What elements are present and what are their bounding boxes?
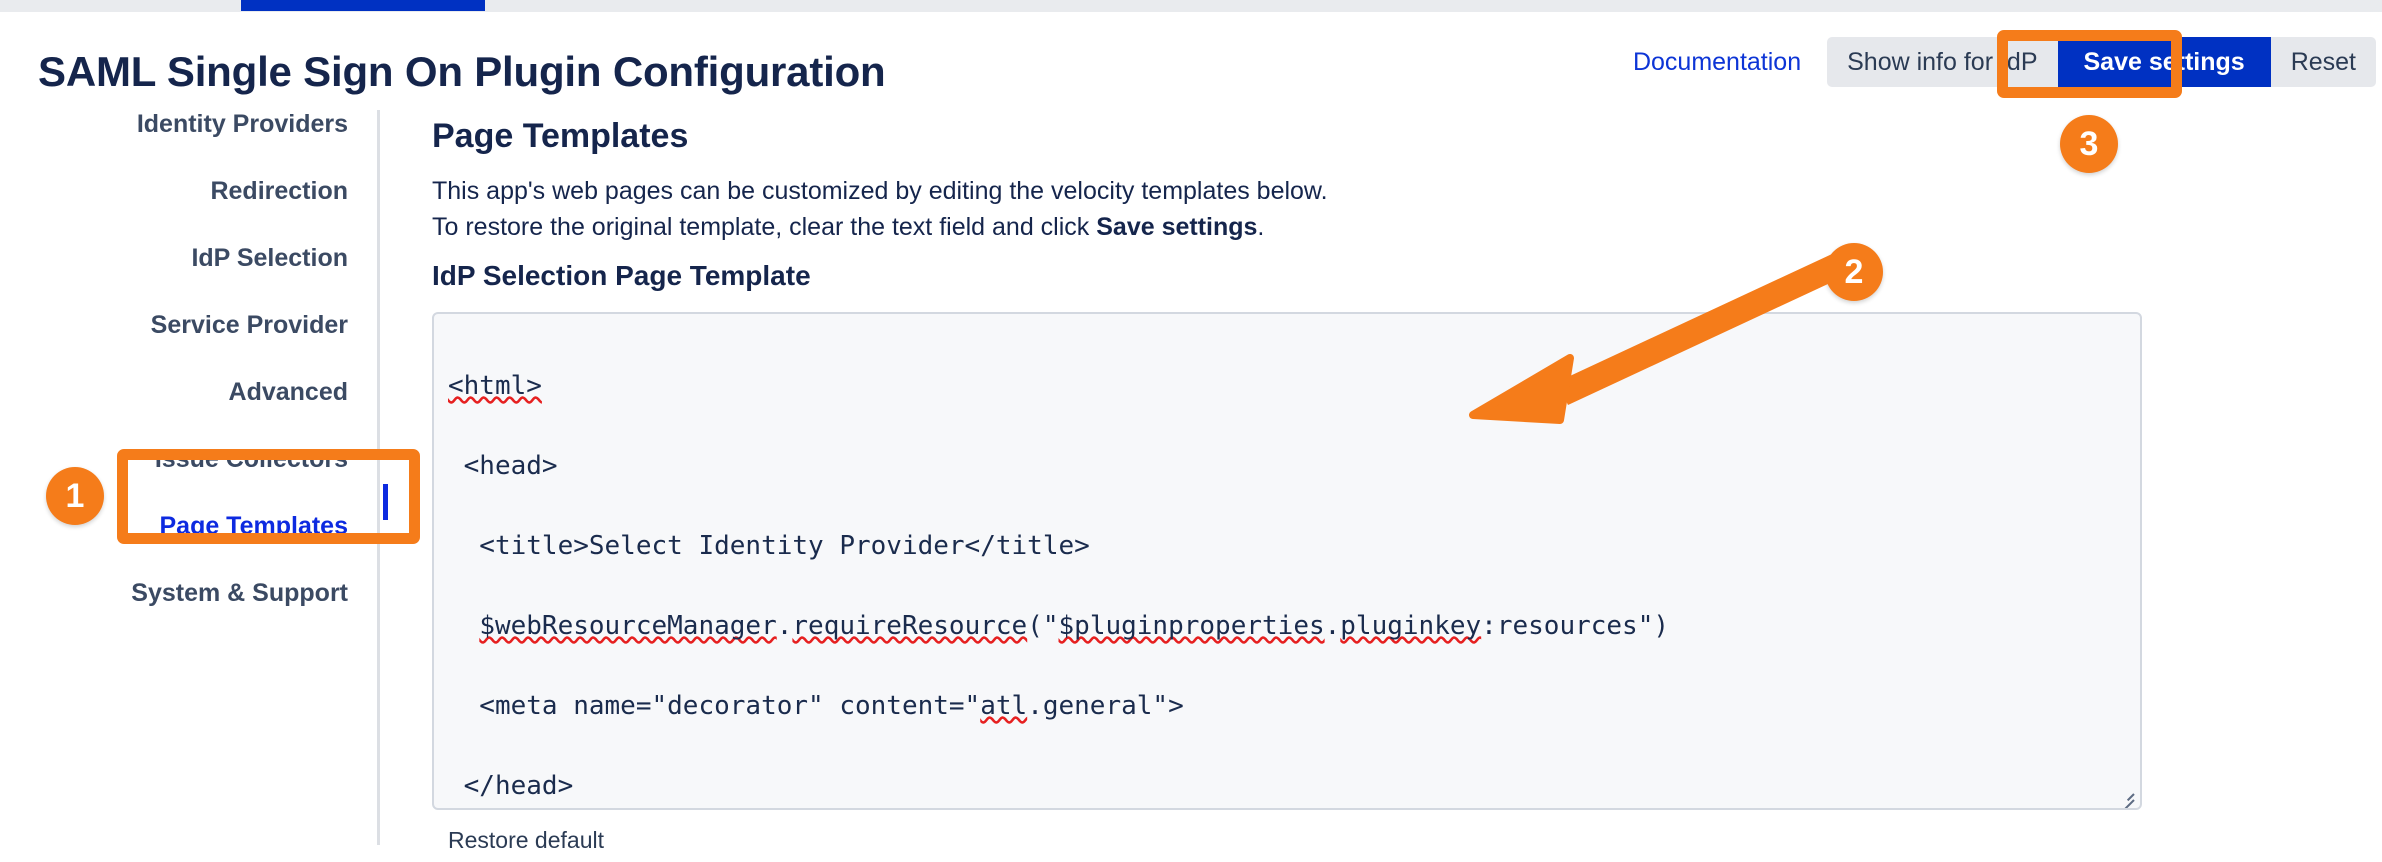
description-bold-save-settings: Save settings — [1096, 213, 1258, 241]
sidebar-selection-caret — [383, 484, 388, 520]
template-code-content: <html> <head> <title>Select Identity Pro… — [434, 314, 2140, 808]
section-description: This app's web pages can be customized b… — [432, 173, 1328, 245]
sidebar-item-advanced[interactable]: Advanced — [229, 378, 348, 407]
sidebar-item-system-and-support[interactable]: System & Support — [131, 579, 348, 608]
idp-selection-page-template-textarea[interactable]: <html> <head> <title>Select Identity Pro… — [432, 312, 2142, 810]
sidebar-divider — [377, 110, 380, 845]
top-tab-strip — [0, 0, 2382, 12]
annotation-badge-1: 1 — [46, 467, 104, 525]
page-title: SAML Single Sign On Plugin Configuration — [38, 48, 886, 95]
app-screenshot: SAML Single Sign On Plugin Configuration… — [0, 0, 2382, 862]
idp-selection-page-template-label: IdP Selection Page Template — [432, 260, 811, 291]
save-settings-button[interactable]: Save settings — [2057, 37, 2271, 87]
reset-button[interactable]: Reset — [2271, 37, 2376, 87]
sidebar-item-idp-selection[interactable]: IdP Selection — [191, 244, 348, 273]
code-line: </head> — [448, 771, 574, 801]
code-line: $webResourceManager.requireResource("$pl… — [479, 611, 1670, 641]
sidebar-item-identity-providers[interactable]: Identity Providers — [137, 110, 348, 139]
code-line: <meta name="decorator" content="atl.gene… — [448, 691, 1184, 721]
code-line: <head> — [448, 451, 558, 481]
annotation-badge-3: 3 — [2060, 115, 2118, 173]
sidebar-item-issue-collectors[interactable]: Issue Collectors — [155, 445, 348, 474]
description-suffix: . — [1257, 213, 1265, 241]
section-heading: Page Templates — [432, 117, 689, 155]
sidebar-item-page-templates[interactable]: Page Templates — [159, 512, 348, 541]
documentation-link[interactable]: Documentation — [1633, 48, 1801, 77]
code-line: <html> — [448, 371, 542, 401]
show-info-for-idp-button[interactable]: Show info for IdP — [1827, 37, 2057, 87]
restore-default-link[interactable]: Restore default — [448, 827, 604, 854]
sidebar-item-redirection[interactable]: Redirection — [210, 177, 348, 206]
description-line-1: This app's web pages can be customized b… — [432, 177, 1328, 205]
header-actions: Documentation Show info for IdP Save set… — [1633, 37, 2382, 87]
header-button-group: Show info for IdP Save settings Reset — [1827, 37, 2376, 87]
description-prefix: To restore the original template, clear … — [432, 213, 1097, 241]
sidebar-item-service-provider[interactable]: Service Provider — [151, 311, 348, 340]
textarea-resize-handle[interactable] — [2114, 783, 2136, 808]
description-line-2: To restore the original template, clear … — [432, 209, 1328, 245]
active-tab-indicator — [241, 0, 485, 11]
code-line: <title>Select Identity Provider</title> — [448, 531, 1090, 561]
annotation-badge-2: 2 — [1825, 243, 1883, 301]
